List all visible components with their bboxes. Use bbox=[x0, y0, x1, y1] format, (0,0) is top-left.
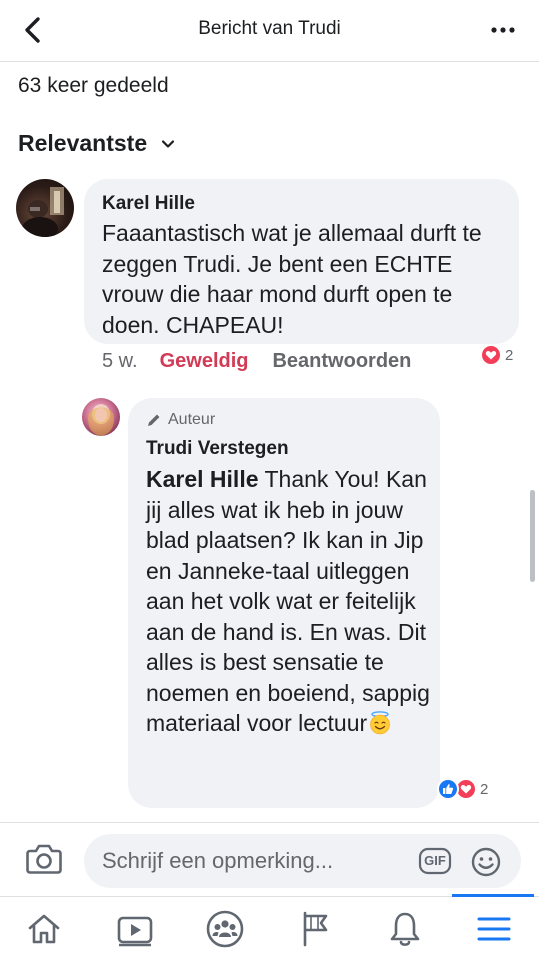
video-icon bbox=[117, 916, 153, 947]
author-badge: Auteur bbox=[146, 411, 215, 429]
like-reaction-icon bbox=[437, 778, 459, 800]
comment-body: Thank You! Kan jij alles wat ik heb in j… bbox=[146, 466, 430, 736]
comment-input[interactable] bbox=[102, 834, 402, 888]
tab-video[interactable] bbox=[113, 907, 157, 951]
groups-icon bbox=[206, 910, 244, 948]
tab-pages[interactable] bbox=[293, 907, 337, 951]
tab-notifications[interactable] bbox=[383, 907, 427, 951]
comment-composer: GIF bbox=[0, 822, 539, 896]
comment-author[interactable]: Trudi Verstegen bbox=[146, 438, 289, 460]
comment-author[interactable]: Karel Hille bbox=[102, 193, 195, 215]
menu-icon bbox=[477, 917, 511, 941]
tab-groups[interactable] bbox=[203, 907, 247, 951]
gif-button[interactable]: GIF bbox=[418, 847, 452, 875]
reply-button[interactable]: Beantwoorden bbox=[272, 350, 411, 373]
active-tab-indicator bbox=[452, 894, 534, 897]
tab-menu[interactable] bbox=[472, 907, 516, 951]
more-horizontal-icon bbox=[491, 27, 515, 33]
gif-label: GIF bbox=[424, 853, 446, 868]
camera-button[interactable] bbox=[24, 841, 64, 877]
reaction-count: 2 bbox=[480, 780, 489, 798]
author-badge-label: Auteur bbox=[168, 411, 216, 428]
emoji-button[interactable] bbox=[470, 846, 502, 878]
more-options-button[interactable] bbox=[489, 16, 517, 44]
chevron-down-icon bbox=[162, 139, 175, 148]
avatar[interactable] bbox=[16, 179, 74, 237]
smiley-icon bbox=[471, 847, 501, 877]
top-bar: Bericht van Trudi bbox=[0, 0, 539, 62]
camera-icon bbox=[26, 844, 62, 874]
reaction-count: 2 bbox=[505, 346, 514, 364]
comment-text: Karel Hille Thank You! Kan jij alles wat… bbox=[146, 464, 436, 739]
bell-icon bbox=[390, 912, 420, 946]
avatar-photo bbox=[88, 404, 114, 436]
smiling-face-with-halo-icon bbox=[370, 711, 390, 735]
comment-text: Faaantastisch wat je allemaal durft te z… bbox=[102, 220, 482, 338]
comment-timestamp[interactable]: 5 w. bbox=[102, 350, 138, 373]
mention-link[interactable]: Karel Hille bbox=[146, 466, 259, 492]
page-title: Bericht van Trudi bbox=[198, 18, 341, 39]
share-count[interactable]: 63 keer gedeeld bbox=[18, 74, 169, 98]
heart-reaction-icon bbox=[480, 344, 502, 366]
scrollbar[interactable] bbox=[530, 490, 535, 582]
pages-flag-icon bbox=[303, 911, 328, 947]
pencil-icon bbox=[148, 413, 161, 426]
sort-label: Relevantste bbox=[18, 130, 148, 156]
avatar[interactable] bbox=[82, 398, 120, 436]
bottom-navigation bbox=[0, 894, 539, 960]
avatar-photo bbox=[22, 187, 64, 237]
reaction-summary[interactable]: 2 bbox=[437, 778, 488, 800]
comment-sort-dropdown[interactable]: Relevantste bbox=[18, 130, 175, 157]
comment-actions: 5 w. Geweldig Beantwoorden bbox=[102, 350, 411, 373]
reaction-summary[interactable]: 2 bbox=[480, 344, 513, 366]
home-icon bbox=[28, 914, 60, 944]
tab-home[interactable] bbox=[22, 907, 66, 951]
reaction-button[interactable]: Geweldig bbox=[160, 350, 249, 373]
comment-box: GIF bbox=[84, 834, 521, 888]
